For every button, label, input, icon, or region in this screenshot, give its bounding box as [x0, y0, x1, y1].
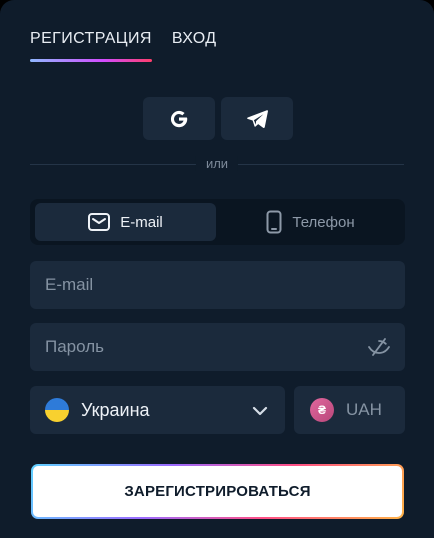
password-field[interactable]: [30, 323, 405, 371]
hryvnia-icon: ₴: [310, 398, 334, 422]
phone-method-button[interactable]: Телефон: [220, 203, 401, 241]
email-method-button[interactable]: E-mail: [35, 203, 216, 241]
phone-method-label: Телефон: [292, 213, 355, 231]
envelope-icon: [88, 213, 111, 231]
social-login-buttons: [143, 97, 293, 140]
email-field[interactable]: [30, 261, 405, 309]
country-select[interactable]: Украина: [30, 386, 285, 434]
tab-login[interactable]: ВХОД: [172, 30, 217, 62]
email-field-wrapper: [30, 261, 405, 309]
currency-select[interactable]: ₴ UAH: [294, 386, 405, 434]
register-button[interactable]: ЗАРЕГИСТРИРОВАТЬСЯ: [33, 466, 402, 517]
tab-registration[interactable]: РЕГИСТРАЦИЯ: [30, 30, 152, 62]
register-button-border: ЗАРЕГИСТРИРОВАТЬСЯ: [31, 464, 404, 519]
email-method-label: E-mail: [120, 213, 163, 231]
country-value: Украина: [81, 399, 150, 420]
hide-password-icon[interactable]: [367, 335, 391, 364]
auth-tabs: РЕГИСТРАЦИЯ ВХОД: [30, 30, 217, 62]
divider: или: [30, 156, 404, 171]
google-login-button[interactable]: [143, 97, 215, 140]
currency-value: UAH: [346, 400, 382, 419]
registration-panel: РЕГИСТРАЦИЯ ВХОД или E-mail Телефон E-ma…: [0, 0, 434, 538]
method-switch: E-mail Телефон: [30, 199, 405, 245]
phone-icon: [266, 210, 282, 234]
password-field-wrapper: [30, 323, 405, 371]
ukraine-flag-icon: [45, 398, 69, 422]
telegram-icon: [247, 109, 268, 128]
chevron-down-icon: [252, 406, 268, 416]
google-icon: [170, 110, 188, 127]
divider-text: или: [195, 156, 239, 171]
telegram-login-button[interactable]: [221, 97, 293, 140]
